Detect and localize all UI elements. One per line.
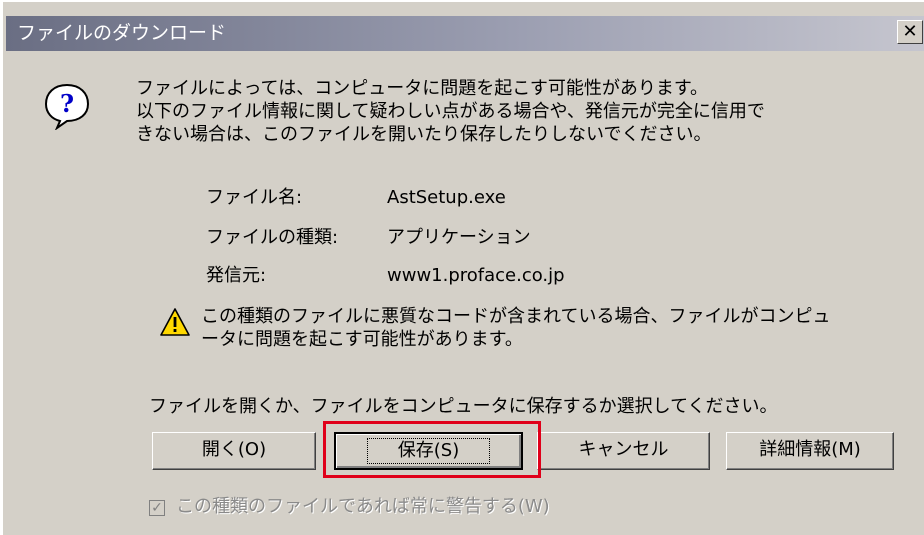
source-value: www1.proface.co.jp	[387, 265, 565, 286]
filename-label: ファイル名:	[206, 187, 303, 208]
check-mark-icon: ✓	[151, 500, 163, 516]
file-type-value: アプリケーション	[387, 227, 531, 248]
save-highlight-box	[323, 421, 541, 478]
title-bar[interactable]: ファイルのダウンロード ✕	[6, 16, 924, 51]
warning-icon	[160, 308, 190, 336]
filename-value: AstSetup.exe	[387, 187, 506, 208]
close-icon: ✕	[902, 21, 918, 42]
dialog-title: ファイルのダウンロード	[17, 22, 227, 44]
open-button[interactable]: 開く(O)	[152, 432, 316, 470]
choose-action-prompt: ファイルを開くか、ファイルをコンピュータに保存するか選択してください。	[149, 396, 778, 417]
message-line: きない場合は、このファイルを開いたり保存したりしないでください。	[136, 124, 712, 145]
always-warn-checkbox[interactable]: ✓	[149, 500, 165, 516]
details-button-label: 詳細情報(M)	[759, 439, 861, 460]
warning-message: この種類のファイルに悪質なコードが含まれている場合、ファイルがコンピュ ータに問…	[201, 305, 830, 351]
question-icon: ?	[44, 83, 90, 130]
svg-text:?: ?	[60, 89, 74, 118]
warning-line: この種類のファイルに悪質なコードが含まれている場合、ファイルがコンピュ	[201, 306, 831, 327]
warning-line: ータに問題を起こす可能性があります。	[201, 329, 523, 350]
details-button[interactable]: 詳細情報(M)	[726, 432, 894, 470]
source-label: 発信元:	[206, 265, 267, 286]
security-message: ファイルによっては、コンピュータに問題を起こす可能性があります。 以下のファイル…	[136, 77, 896, 146]
always-warn-label[interactable]: この種類のファイルであれば常に警告する(W)	[176, 495, 550, 519]
message-line: 以下のファイル情報に関して疑わしい点がある場合や、発信元が完全に信用で	[136, 101, 765, 122]
message-line: ファイルによっては、コンピュータに問題を起こす可能性があります。	[136, 78, 709, 99]
cancel-button-label: キャンセル	[578, 439, 669, 460]
file-type-label: ファイルの種類:	[206, 227, 339, 248]
close-button[interactable]: ✕	[897, 20, 923, 44]
file-download-dialog: ファイルのダウンロード ✕ ? ファイルによっては、コンピュータに問題を起こす可…	[0, 0, 924, 535]
cancel-button[interactable]: キャンセル	[537, 432, 710, 470]
open-button-label: 開く(O)	[201, 439, 267, 460]
